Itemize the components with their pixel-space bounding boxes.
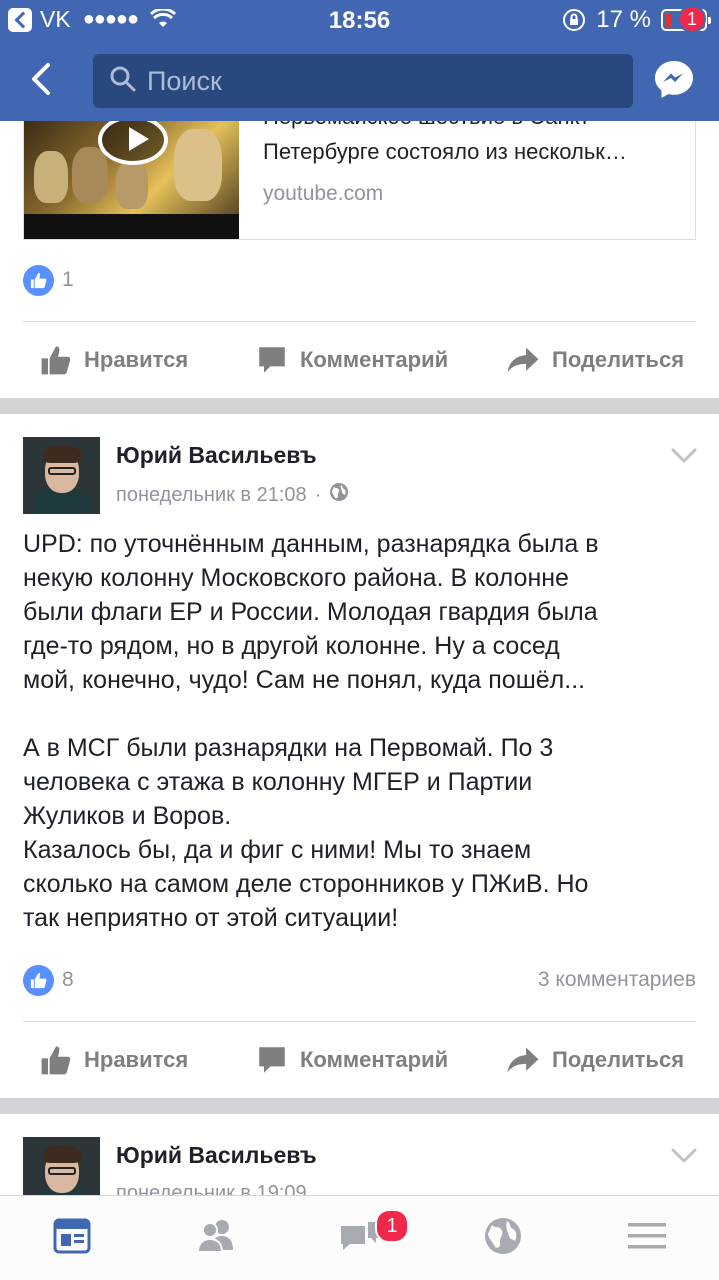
- like-label: Нравится: [84, 1047, 189, 1072]
- play-icon[interactable]: [98, 121, 168, 165]
- top-header: VK ●●●●● 18:56 17 % Поиск 1: [0, 0, 719, 121]
- messenger-badge: 1: [678, 5, 706, 33]
- battery-percent: 17 %: [596, 6, 651, 33]
- thumbnail-figure: [72, 147, 108, 203]
- news-feed-tab-icon[interactable]: [52, 1216, 92, 1256]
- avatar-glasses: [48, 1167, 76, 1175]
- thumbnail-figure: [116, 161, 148, 209]
- comments-count-link[interactable]: 3 комментариев: [538, 968, 696, 992]
- like-button[interactable]: Нравится: [40, 1031, 188, 1089]
- post-body-text: UPD: по уточнённым данным, разнарядка бы…: [23, 530, 599, 932]
- rotation-lock-icon: [562, 8, 586, 32]
- like-reaction-icon: [23, 965, 54, 996]
- thumbnail-bar: [24, 214, 239, 239]
- friends-tab-icon[interactable]: [195, 1216, 235, 1256]
- post1-reactions-row[interactable]: 1: [23, 262, 696, 302]
- search-box[interactable]: [93, 54, 633, 108]
- thumbnail-figure: [174, 129, 222, 201]
- comment-label: Комментарий: [300, 1047, 449, 1072]
- share-label: Поделиться: [552, 1047, 685, 1072]
- search-input[interactable]: [147, 65, 607, 97]
- shared-link-card[interactable]: Первомайское шествие в Санкт Петербурге …: [23, 121, 696, 240]
- thumbs-up-icon: [40, 1044, 72, 1076]
- comment-icon: [256, 1044, 288, 1076]
- video-thumbnail[interactable]: [24, 121, 239, 239]
- search-row: [0, 44, 719, 114]
- battery-level-fill: [665, 13, 671, 27]
- like-reaction-icon: [23, 265, 54, 296]
- link-title-line2: Петербурге состояло из нескольк…: [263, 139, 627, 164]
- post-author-name[interactable]: Юрий Васильевъ: [116, 442, 317, 469]
- share-button[interactable]: Поделиться: [506, 331, 684, 389]
- post-separator: [0, 1098, 719, 1114]
- author-avatar[interactable]: [23, 437, 100, 514]
- comment-label: Комментарий: [300, 347, 449, 372]
- avatar-hair: [43, 445, 81, 463]
- comment-button[interactable]: Комментарий: [256, 331, 448, 389]
- post-timestamp[interactable]: понедельник в 21:08: [116, 484, 307, 507]
- link-domain: youtube.com: [263, 182, 384, 205]
- share-label: Поделиться: [552, 347, 685, 372]
- post-meta: понедельник в 21:08 ·: [116, 482, 349, 508]
- divider: [23, 1021, 696, 1022]
- post-separator: [0, 398, 719, 414]
- globe-icon: [329, 482, 349, 508]
- comment-button[interactable]: Комментарий: [256, 1031, 448, 1089]
- post-options-chevron-icon[interactable]: [670, 447, 698, 465]
- search-icon: [109, 65, 137, 98]
- thumbs-up-icon: [40, 344, 72, 376]
- share-icon: [506, 344, 540, 376]
- like-button[interactable]: Нравится: [40, 331, 188, 389]
- bottom-tab-bar: 1: [0, 1195, 719, 1280]
- share-icon: [506, 1044, 540, 1076]
- post-author-name[interactable]: Юрий Васильевъ: [116, 1142, 317, 1169]
- globe-tab-icon[interactable]: [483, 1216, 523, 1256]
- link-title-line1: Первомайское шествие в Санкт: [263, 121, 683, 132]
- menu-tab-icon[interactable]: [627, 1216, 667, 1256]
- post2-reactions-row[interactable]: 8 3 комментариев: [23, 962, 696, 1002]
- post-options-chevron-icon[interactable]: [670, 1147, 698, 1165]
- divider: [23, 321, 696, 322]
- thumbnail-figure: [34, 151, 68, 203]
- avatar-hair: [43, 1145, 81, 1163]
- meta-separator: ·: [314, 483, 322, 506]
- share-button[interactable]: Поделиться: [506, 1031, 684, 1089]
- post1-actions: Нравится Комментарий Поделиться: [0, 331, 719, 389]
- like-label: Нравится: [84, 347, 189, 372]
- comment-icon: [256, 344, 288, 376]
- messenger-icon[interactable]: [652, 58, 696, 102]
- post2-actions: Нравится Комментарий Поделиться: [0, 1031, 719, 1089]
- status-bar: VK ●●●●● 18:56 17 %: [0, 0, 719, 40]
- avatar-glasses: [48, 467, 76, 475]
- back-arrow-icon[interactable]: [26, 62, 60, 96]
- likes-count: 8: [62, 968, 74, 991]
- notifications-tab-icon[interactable]: [337, 1216, 379, 1256]
- likes-count: 1: [62, 268, 74, 291]
- facebook-feed-screen: VK ●●●●● 18:56 17 % Поиск 1 Петербурге с…: [0, 0, 719, 1280]
- notifications-badge: 1: [375, 1209, 409, 1243]
